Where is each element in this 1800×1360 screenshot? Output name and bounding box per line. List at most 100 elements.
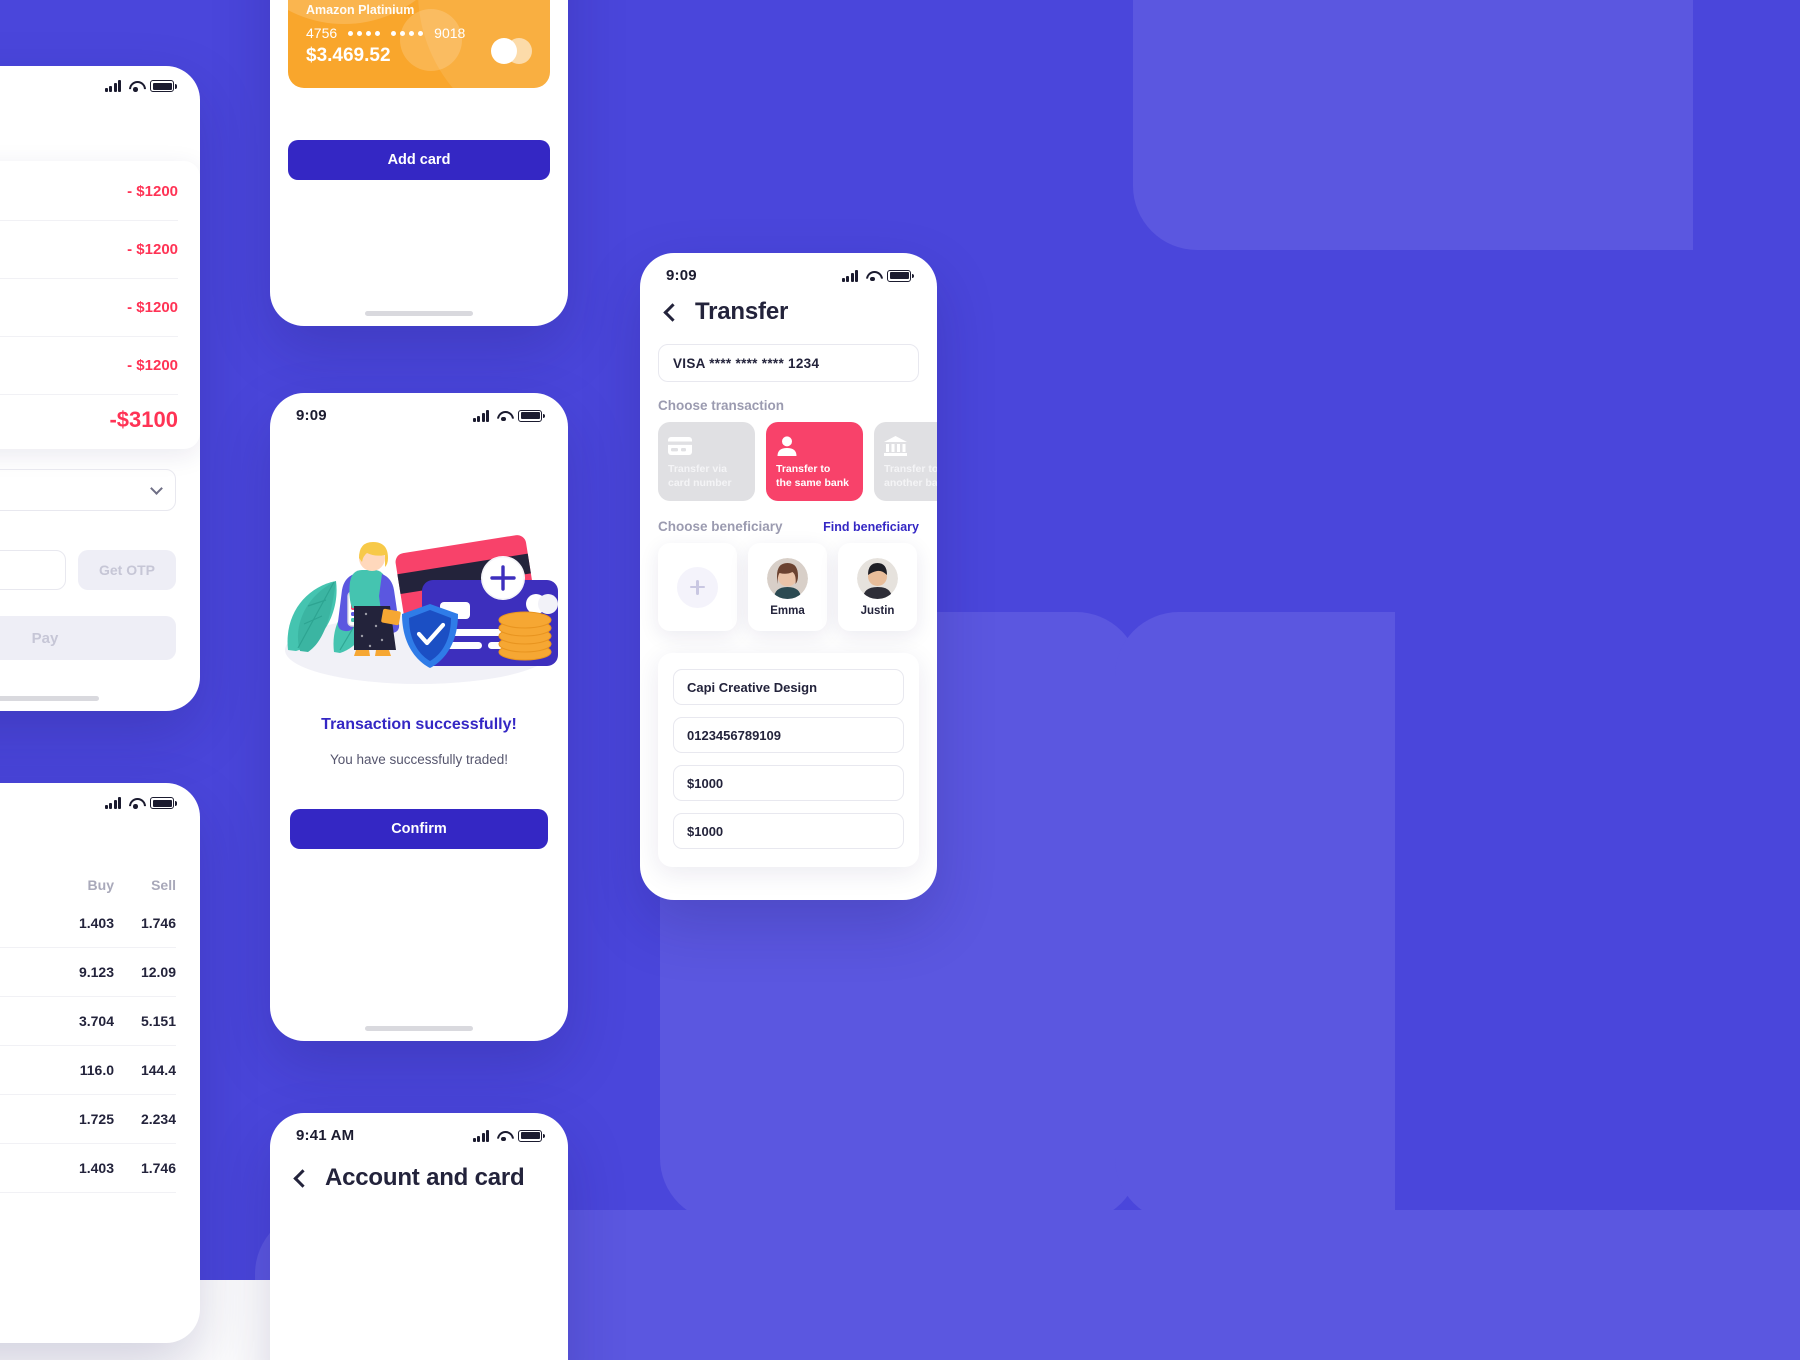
credit-card-icon — [668, 433, 745, 459]
signal-icon — [104, 797, 121, 809]
chevron-left-icon[interactable] — [293, 1168, 312, 1188]
list-item[interactable]: Emma — [748, 543, 827, 631]
card-number-prefix: 4756 — [306, 25, 338, 41]
card-select-field[interactable]: VISA **** **** **** 1234 — [658, 344, 919, 382]
otp-label: transaction — [0, 527, 176, 542]
amount-confirm-field[interactable]: $1000 — [673, 813, 904, 849]
add-beneficiary-button[interactable] — [658, 543, 737, 631]
table-row[interactable]: Television /2018 - $1200 — [0, 337, 178, 395]
transfer-option-another-bank[interactable]: Transfer to another bank — [874, 422, 937, 501]
confirm-button[interactable]: Confirm — [290, 809, 548, 849]
transaction-amount: - $1200 — [127, 183, 178, 200]
payment-illustration-icon — [285, 535, 558, 684]
account-number-field[interactable]: 0123456789109 — [673, 717, 904, 753]
transfer-option-same-bank[interactable]: Transfer to the same bank — [766, 422, 863, 501]
sell-rate: 1.746 — [140, 1160, 176, 1176]
buy-rate: 1.403 — [78, 1160, 114, 1176]
otp-row: Get OTP — [0, 550, 176, 590]
phone-success-screen: 9:09 Transaction successfully! You have … — [270, 393, 568, 1041]
status-bar: 9:09 — [640, 253, 937, 288]
pay-button[interactable]: Pay — [0, 616, 176, 660]
table-row[interactable]: guese 1.403 1.746 — [0, 1144, 176, 1193]
success-subtitle: You have successfully traded! — [329, 752, 509, 767]
chevron-left-icon[interactable] — [663, 302, 682, 322]
wifi-icon — [496, 410, 511, 422]
amount-field[interactable]: $1000 — [673, 765, 904, 801]
person-icon — [776, 433, 853, 459]
transaction-list-card: Camera /2018 - $1200 Television /2018 - … — [0, 161, 200, 449]
column-buy: Buy — [87, 877, 114, 893]
beneficiary-name: Justin — [860, 604, 895, 617]
status-bar: 9:09 — [270, 393, 568, 428]
table-row[interactable]: a 116.0 144.4 — [0, 1046, 176, 1095]
signal-icon — [104, 80, 121, 92]
sell-rate: 5.151 — [140, 1013, 176, 1029]
currency-name: am — [0, 915, 52, 931]
wifi-icon — [128, 797, 143, 809]
page-title: Account and card — [325, 1164, 525, 1191]
find-beneficiary-link[interactable]: Find beneficiary — [823, 520, 919, 534]
table-row[interactable]: Camera /2018 - $1200 — [0, 163, 178, 221]
status-time: 9:09 — [296, 407, 327, 424]
transaction-amount: - $1200 — [127, 357, 178, 374]
transaction-total: -$3100 — [109, 407, 178, 432]
table-row[interactable]: Television /2018 - $1200 — [0, 221, 178, 279]
otp-input[interactable] — [0, 550, 66, 590]
table-row[interactable]: a 1.725 2.234 — [0, 1095, 176, 1144]
phone-add-card-screen: John Smith Amazon Platinium 4756 9018 $3… — [270, 0, 568, 326]
column-currency — [0, 877, 52, 893]
transfer-header: Transfer — [640, 288, 937, 326]
beneficiary-list: Emma Justin — [640, 543, 937, 631]
exchange-rate-table: Buy Sell am 1.403 1.746 agua 9.123 12.09… — [0, 859, 200, 1193]
currency-name: a — [0, 1111, 52, 1127]
amount-value: $1000 — [687, 775, 724, 791]
battery-icon — [150, 80, 177, 92]
bank-icon — [884, 433, 937, 459]
add-card-button[interactable]: Add card — [288, 140, 550, 180]
phone-account-card-screen: 9:41 AM Account and card — [270, 1113, 568, 1360]
transaction-total-row: -$3100 — [0, 395, 178, 439]
table-row[interactable]: 3.704 5.151 — [0, 997, 176, 1046]
get-otp-button[interactable]: Get OTP — [78, 550, 176, 590]
transfer-form: Capi Creative Design 0123456789109 $1000… — [658, 653, 919, 867]
list-item[interactable]: Justin — [838, 543, 917, 631]
beneficiary-name-value: Capi Creative Design — [687, 679, 818, 695]
account-card-select[interactable]: ount/ card — [0, 469, 176, 511]
transaction-amount: - $1200 — [127, 299, 178, 316]
beneficiary-name-field[interactable]: Capi Creative Design — [673, 669, 904, 705]
buy-rate: 3.704 — [78, 1013, 114, 1029]
account-number-value: 0123456789109 — [687, 727, 781, 743]
sell-rate: 12.09 — [140, 964, 176, 980]
credit-card[interactable]: John Smith Amazon Platinium 4756 9018 $3… — [288, 0, 550, 88]
sell-rate: 144.4 — [140, 1062, 176, 1078]
beneficiary-name: Emma — [770, 604, 805, 617]
signal-icon — [472, 1129, 489, 1142]
choose-beneficiary-label: Choose beneficiary — [658, 519, 783, 534]
card-number-mask — [391, 30, 424, 36]
table-row[interactable]: am 1.403 1.746 — [0, 899, 176, 948]
table-row[interactable]: Camera /2018 - $1200 — [0, 279, 178, 337]
status-icons — [104, 797, 177, 809]
card-brand: Amazon Platinium — [306, 3, 415, 17]
currency-name: agua — [0, 964, 52, 980]
status-bar — [0, 66, 200, 96]
column-sell: Sell — [151, 877, 176, 893]
transfer-option-card-number[interactable]: Transfer via card number — [658, 422, 755, 501]
transfer-option-label: Transfer to another bank — [884, 463, 937, 489]
status-icons — [104, 80, 177, 92]
card-number-mask — [348, 30, 381, 36]
battery-icon — [518, 1129, 545, 1142]
battery-icon — [887, 269, 914, 282]
table-row[interactable]: agua 9.123 12.09 — [0, 948, 176, 997]
status-time: 9:41 AM — [296, 1127, 355, 1144]
wifi-icon — [128, 80, 143, 92]
mastercard-icon — [491, 38, 532, 64]
home-indicator — [365, 311, 473, 316]
page-title: card — [0, 96, 200, 145]
card-number-suffix: 9018 — [434, 25, 466, 41]
buy-rate: 9.123 — [78, 964, 114, 980]
amount-confirm-value: $1000 — [687, 823, 724, 839]
home-indicator — [365, 1026, 473, 1031]
transaction-amount: - $1200 — [127, 241, 178, 258]
status-icons — [472, 1129, 545, 1142]
